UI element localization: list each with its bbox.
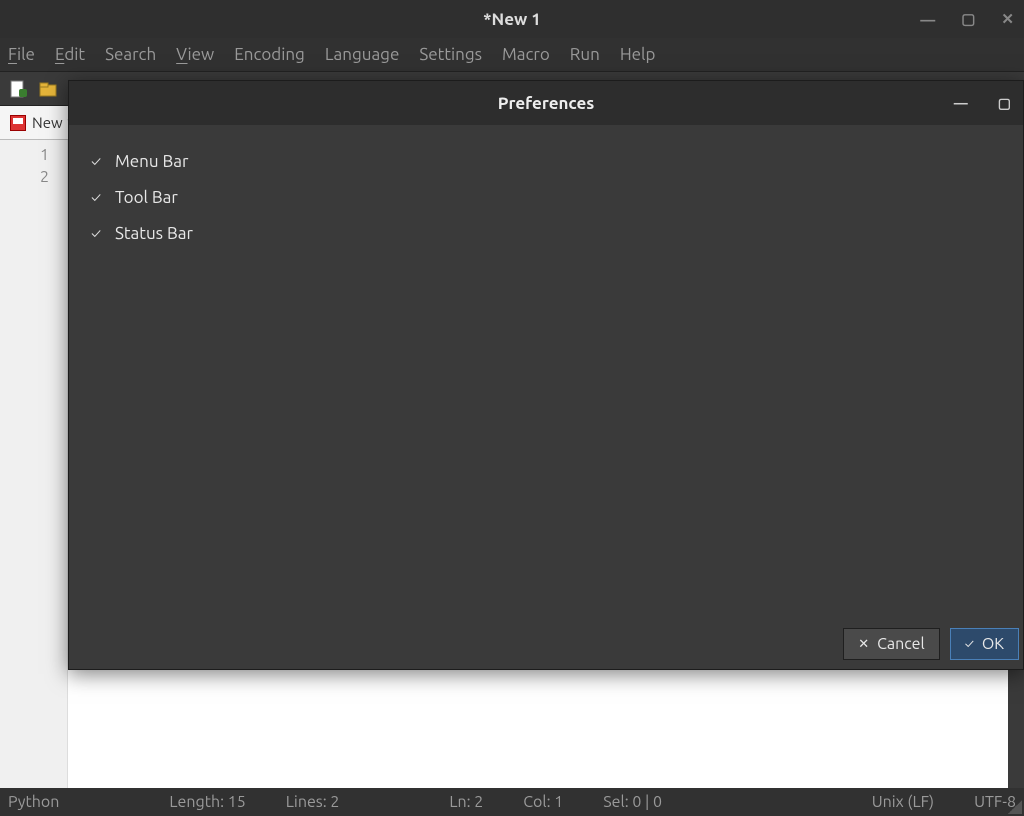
menu-language[interactable]: Language	[325, 45, 400, 64]
checkmark-icon: ✓	[89, 189, 103, 205]
minimize-icon[interactable]: —	[920, 11, 935, 28]
status-col: Col: 1	[523, 793, 563, 811]
option-label: Status Bar	[115, 224, 193, 243]
close-icon[interactable]: ✕	[1001, 10, 1014, 28]
resize-grip-icon[interactable]	[1008, 800, 1022, 814]
statusbar: Python Length: 15 Lines: 2 Ln: 2 Col: 1 …	[0, 788, 1024, 816]
status-eol: Unix (LF)	[872, 793, 934, 811]
menubar: File Edit Search View Encoding Language …	[0, 38, 1024, 72]
status-ln: Ln: 2	[449, 793, 483, 811]
status-length: Length: 15	[169, 793, 245, 811]
menu-file[interactable]: File	[8, 45, 35, 64]
checkmark-icon: ✓	[89, 153, 103, 169]
menu-run[interactable]: Run	[570, 45, 600, 64]
dialog-footer: ✕ Cancel ✓ OK	[69, 625, 1023, 669]
button-label: Cancel	[877, 635, 925, 653]
status-sel: Sel: 0 | 0	[603, 793, 662, 811]
dialog-title: Preferences	[498, 94, 595, 113]
menu-view[interactable]: View	[176, 45, 214, 64]
option-label: Menu Bar	[115, 152, 188, 171]
menu-help[interactable]: Help	[620, 45, 656, 64]
line-gutter: 1 2	[0, 140, 68, 788]
maximize-icon[interactable]: ▢	[961, 10, 975, 28]
menu-edit[interactable]: Edit	[55, 45, 85, 64]
option-status-bar[interactable]: ✓ Status Bar	[89, 215, 1003, 251]
checkmark-icon: ✓	[89, 225, 103, 241]
line-number: 2	[0, 168, 49, 190]
cancel-button[interactable]: ✕ Cancel	[843, 628, 940, 660]
new-file-icon[interactable]	[6, 77, 30, 101]
dialog-minimize-icon[interactable]: —	[954, 95, 968, 112]
option-tool-bar[interactable]: ✓ Tool Bar	[89, 179, 1003, 215]
ok-button[interactable]: ✓ OK	[950, 628, 1019, 660]
button-label: OK	[982, 635, 1004, 653]
window-controls: — ▢ ✕	[920, 0, 1014, 38]
dialog-maximize-icon[interactable]: ▢	[998, 95, 1011, 112]
dialog-window-controls: — ▢	[954, 95, 1011, 112]
unsaved-icon	[10, 115, 26, 131]
status-language: Python	[8, 793, 59, 811]
menu-settings[interactable]: Settings	[419, 45, 482, 64]
dialog-titlebar: Preferences — ▢	[69, 81, 1023, 125]
dialog-body: ✓ Menu Bar ✓ Tool Bar ✓ Status Bar	[69, 125, 1023, 625]
option-menu-bar[interactable]: ✓ Menu Bar	[89, 143, 1003, 179]
menu-macro[interactable]: Macro	[502, 45, 550, 64]
menu-encoding[interactable]: Encoding	[234, 45, 305, 64]
check-icon: ✓	[965, 637, 974, 651]
window-title: *New 1	[483, 10, 541, 29]
preferences-dialog: Preferences — ▢ ✓ Menu Bar ✓ Tool Bar ✓ …	[68, 80, 1024, 670]
window-titlebar: *New 1 — ▢ ✕	[0, 0, 1024, 38]
option-label: Tool Bar	[115, 188, 178, 207]
line-number: 1	[0, 146, 49, 168]
menu-search[interactable]: Search	[105, 45, 156, 64]
status-lines: Lines: 2	[286, 793, 340, 811]
open-file-icon[interactable]	[36, 77, 60, 101]
close-icon: ✕	[858, 637, 869, 652]
